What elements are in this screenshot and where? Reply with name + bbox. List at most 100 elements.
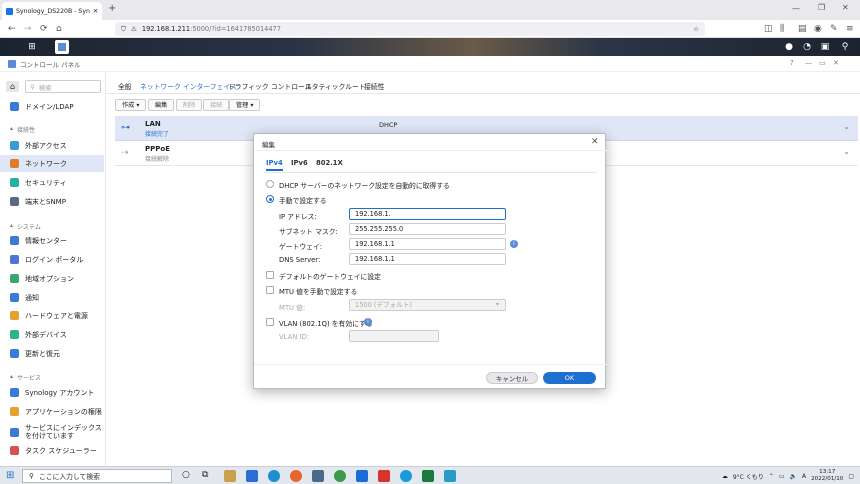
sidebar-item-external-devices[interactable]: 外部デバイス — [0, 326, 104, 343]
sidebar-toggle-icon[interactable]: ▤ — [798, 23, 807, 35]
new-tab-icon[interactable]: + — [108, 3, 116, 14]
file-explorer-icon[interactable] — [224, 470, 236, 482]
back-icon[interactable]: ← — [8, 23, 16, 35]
widgets-icon[interactable]: ▣ — [818, 40, 832, 54]
app-icon[interactable] — [312, 470, 324, 482]
sidebar-item-external-access[interactable]: 外部アクセス — [0, 137, 104, 154]
tab-ipv4[interactable]: IPv4 — [266, 159, 283, 171]
store-icon[interactable] — [246, 470, 258, 482]
chevron-down-icon[interactable]: ⌄ — [843, 147, 850, 156]
sidebar-item-update-restore[interactable]: 更新と復元 — [0, 345, 104, 362]
library-icon[interactable]: ⫼ — [780, 23, 784, 35]
taskbar-search-box[interactable]: ⚲ ここに入力して検索 — [22, 469, 172, 483]
tab-static-route[interactable]: スタティックルート — [305, 81, 366, 91]
address-bar[interactable]: ⛉ ⚠ 192.168.1.211:5000/?id=1641785014477… — [115, 22, 705, 36]
mtu-select[interactable]: 1500 (デフォルト) — [349, 299, 506, 311]
edit-button[interactable]: 編集 — [148, 99, 175, 111]
sidebar-section-services[interactable]: ▴ サービス — [10, 373, 41, 382]
manage-button[interactable]: 管理 ▾ — [229, 99, 261, 111]
search-icon[interactable]: ⚲ — [838, 40, 852, 54]
subnet-mask-input[interactable]: 255.255.255.0 — [349, 223, 506, 235]
chevron-down-icon[interactable]: ⌄ — [843, 122, 850, 131]
info-icon[interactable]: i — [510, 240, 518, 248]
sidebar-item-synology-account[interactable]: Synology アカウント — [0, 384, 104, 401]
dns-server-input[interactable]: 192.168.1.1 — [349, 253, 506, 265]
connect-button[interactable]: 接続 — [203, 99, 230, 111]
volume-icon[interactable]: 🔈 — [789, 473, 796, 480]
reload-icon[interactable]: ⟳ — [40, 23, 48, 35]
tray-chevron-up-icon[interactable]: ⌃ — [769, 473, 774, 480]
windows-start-icon[interactable]: ⊞ — [6, 470, 14, 482]
window-close-icon[interactable]: ✕ — [842, 3, 849, 12]
chat-icon[interactable]: ● — [782, 40, 796, 54]
task-view-icon[interactable]: ⧉ — [202, 470, 208, 480]
minimize-icon[interactable]: — — [792, 4, 800, 13]
pocket-icon[interactable]: ◫ — [764, 23, 773, 35]
sidebar-item-security[interactable]: セキュリティ — [0, 174, 104, 191]
dhcp-radio[interactable] — [266, 180, 274, 188]
sidebar-item-hardware-power[interactable]: ハードウェアと電源 — [0, 307, 104, 324]
sidebar-item-task-scheduler[interactable]: タスク スケジューラー — [0, 442, 104, 459]
tab-network-interface[interactable]: ネットワーク インターフェイス — [140, 81, 237, 91]
manual-radio[interactable] — [266, 195, 274, 203]
outlook-icon[interactable] — [356, 470, 368, 482]
home-icon[interactable]: ⌂ — [56, 23, 62, 35]
clock[interactable]: 13:17 2022/01/10 — [811, 469, 843, 483]
firefox-icon[interactable] — [290, 470, 302, 482]
app-icon-2[interactable] — [334, 470, 346, 482]
sidebar-item-indexing-service[interactable]: サービスにインデックスを付けています — [0, 422, 104, 442]
menu-icon[interactable]: ≡ — [846, 23, 854, 35]
sidebar-item-domain-ldap[interactable]: ドメイン/LDAP — [0, 98, 104, 115]
network-tray-icon[interactable]: ▭ — [779, 473, 785, 480]
sidebar-item-regional-options[interactable]: 地域オプション — [0, 270, 104, 287]
edge-icon[interactable] — [268, 470, 280, 482]
sidebar-search-input[interactable]: ⚲ 検索 — [25, 80, 101, 93]
win-minimize-icon[interactable]: — — [805, 59, 812, 67]
maximize-icon[interactable]: ❐ — [818, 3, 825, 12]
app-icon-3[interactable] — [378, 470, 390, 482]
vlan-checkbox[interactable] — [266, 318, 274, 326]
tab-connectivity[interactable]: 接続性 — [364, 81, 384, 91]
extension-icon[interactable]: ✎ — [830, 23, 838, 35]
app-icon-5[interactable] — [444, 470, 456, 482]
sidebar-item-login-portal[interactable]: ログイン ポータル — [0, 251, 104, 268]
info-icon[interactable]: i — [364, 318, 372, 326]
tab-ipv6[interactable]: IPv6 — [291, 159, 308, 167]
weather-text[interactable]: 9°C くもり — [733, 472, 764, 481]
mtu-manual-checkbox[interactable] — [266, 286, 274, 294]
help-icon[interactable]: ? — [790, 59, 794, 67]
win-maximize-icon[interactable]: ▭ — [819, 59, 826, 67]
tab-close-icon[interactable]: ✕ — [93, 8, 98, 15]
excel-icon[interactable] — [422, 470, 434, 482]
sidebar-item-network[interactable]: ネットワーク — [0, 155, 104, 172]
home-button[interactable]: ⌂ — [6, 81, 19, 92]
tab-general[interactable]: 全般 — [118, 81, 132, 91]
forward-icon[interactable]: → — [24, 23, 32, 35]
sidebar-section-system[interactable]: ▴ システム — [10, 222, 41, 231]
create-button[interactable]: 作成 ▾ — [115, 99, 147, 111]
control-panel-app-icon[interactable] — [55, 40, 69, 54]
app-icon-4[interactable] — [400, 470, 412, 482]
browser-tab[interactable]: Synology_DS220B - Synology NAS ✕ — [2, 2, 102, 20]
cortana-icon[interactable]: ○ — [182, 470, 190, 480]
cancel-button[interactable]: キャンセル — [486, 372, 538, 384]
notification-icon[interactable]: ▢ — [848, 473, 854, 480]
sidebar-item-info-center[interactable]: 情報センター — [0, 232, 104, 249]
sidebar-item-notification[interactable]: 通知 — [0, 289, 104, 306]
ok-button[interactable]: OK — [543, 372, 596, 384]
sidebar-item-app-privileges[interactable]: アプリケーションの権限 — [0, 403, 104, 420]
vlan-id-input[interactable] — [349, 330, 439, 342]
gateway-input[interactable]: 192.168.1.1 — [349, 238, 506, 250]
tab-traffic-control[interactable]: トラフィック コントロール — [228, 81, 312, 91]
delete-button[interactable]: 削除 — [176, 99, 203, 111]
ime-icon[interactable]: A — [802, 473, 806, 480]
ip-address-input[interactable]: 192.168.1. — [349, 208, 506, 220]
main-menu-icon[interactable]: ⊞ — [25, 40, 39, 54]
default-gateway-checkbox[interactable] — [266, 271, 274, 279]
sidebar-item-terminal-snmp[interactable]: 端末とSNMP — [0, 193, 104, 210]
close-icon[interactable]: ✕ — [591, 137, 599, 147]
account-icon[interactable]: ◉ — [814, 23, 822, 35]
sidebar-section-connectivity[interactable]: ▴ 接続性 — [10, 125, 35, 134]
user-icon[interactable]: ◔ — [800, 40, 814, 54]
win-close-icon[interactable]: ✕ — [833, 59, 839, 67]
